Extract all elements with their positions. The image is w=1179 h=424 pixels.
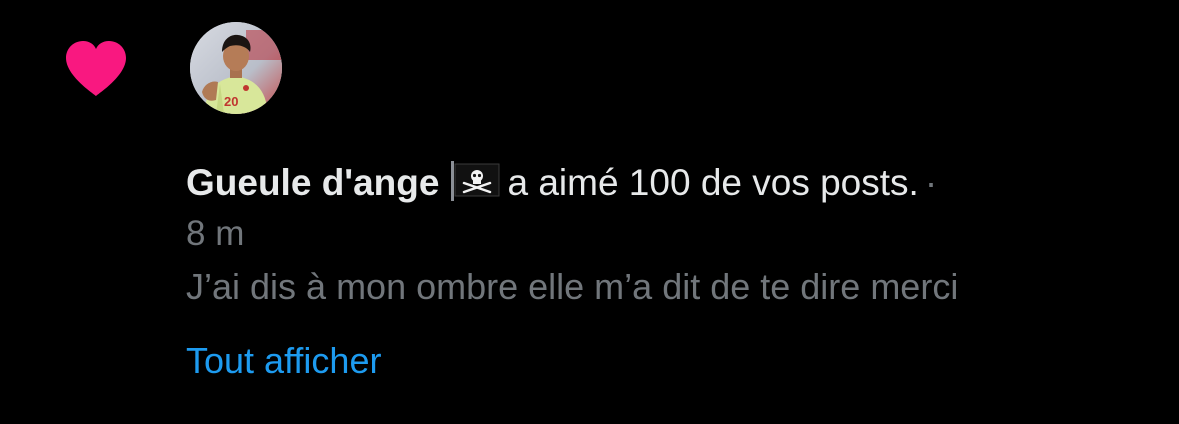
avatar-image: 20: [190, 22, 282, 114]
heart-icon: [66, 41, 126, 96]
notification-content: Gueule d'ange a aimé 100 de vos posts. · …: [186, 158, 1156, 386]
post-excerpt[interactable]: J’ai dis à mon ombre elle m’a dit de te …: [186, 262, 1156, 312]
action-text: a aimé 100 de vos posts.: [507, 162, 919, 203]
user-name[interactable]: Gueule d'ange: [186, 162, 439, 203]
svg-text:20: 20: [224, 94, 238, 109]
separator-dot: ·: [924, 162, 938, 203]
notification-headline: Gueule d'ange a aimé 100 de vos posts. ·: [186, 158, 1156, 208]
user-avatar[interactable]: 20: [190, 22, 282, 114]
timestamp: 8 m: [186, 214, 245, 253]
pirate-flag-icon: [451, 161, 500, 201]
like-notification[interactable]: 20 Gueule d'ange a aimé 100 de vos posts…: [0, 0, 1179, 424]
show-all-link[interactable]: Tout afficher: [186, 336, 381, 386]
